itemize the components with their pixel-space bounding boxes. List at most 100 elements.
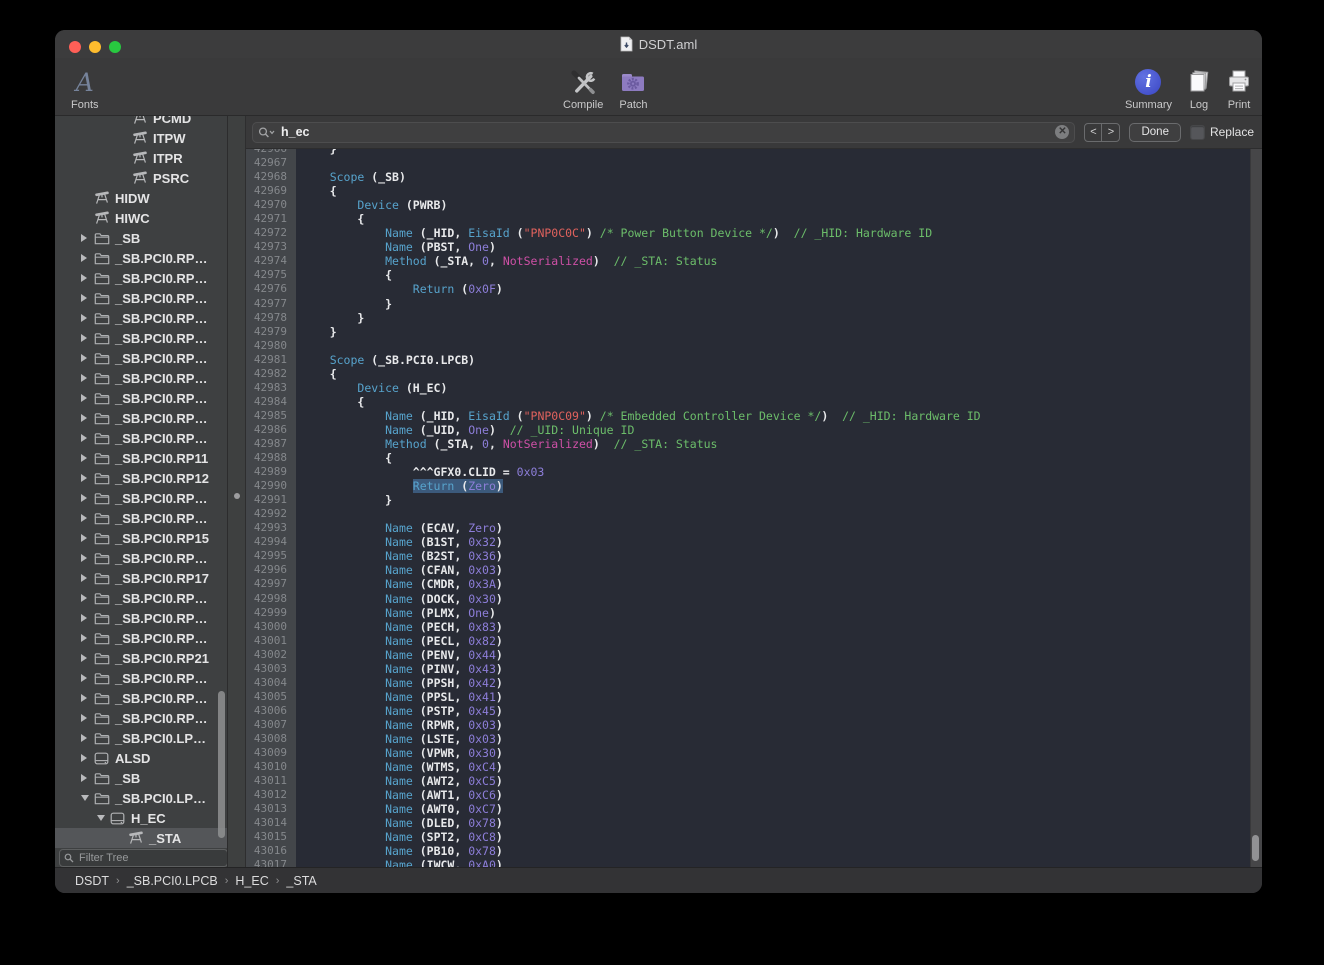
sidebar-scrollbar-thumb[interactable]: [218, 691, 225, 838]
sidebar-item--sb-pci0-rp-[interactable]: _SB.PCI0.RP…: [55, 348, 227, 368]
fonts-button[interactable]: A Fonts: [71, 63, 99, 111]
log-button[interactable]: Log: [1186, 63, 1212, 111]
filter-tree-input[interactable]: [77, 851, 223, 865]
sidebar-item-psrc[interactable]: PSRC: [55, 168, 227, 188]
disclosure-collapsed-icon[interactable]: [81, 614, 93, 622]
code-line: Name (PBST, One): [302, 240, 1250, 254]
document-proxy-icon[interactable]: [620, 36, 633, 52]
sidebar-item--sb-pci0-rp15[interactable]: _SB.PCI0.RP15: [55, 528, 227, 548]
disclosure-collapsed-icon[interactable]: [81, 434, 93, 442]
sidebar-item--sb-pci0-rp-[interactable]: _SB.PCI0.RP…: [55, 628, 227, 648]
sidebar-item-pcmd[interactable]: PCMD: [55, 116, 227, 128]
sidebar-item--sb-pci0-rp-[interactable]: _SB.PCI0.RP…: [55, 328, 227, 348]
sidebar-item--sb-pci0-rp-[interactable]: _SB.PCI0.RP…: [55, 248, 227, 268]
disclosure-collapsed-icon[interactable]: [81, 574, 93, 582]
divider-handle-dot[interactable]: [234, 493, 240, 499]
disclosure-collapsed-icon[interactable]: [81, 554, 93, 562]
clear-search-icon[interactable]: ✕: [1055, 125, 1069, 139]
tree-item-label: _SB: [115, 771, 140, 786]
disclosure-collapsed-icon[interactable]: [81, 514, 93, 522]
sidebar-item--sb-pci0-lp-[interactable]: _SB.PCI0.LP…: [55, 788, 227, 808]
disclosure-collapsed-icon[interactable]: [81, 274, 93, 282]
sidebar-item--sb-pci0-rp-[interactable]: _SB.PCI0.RP…: [55, 388, 227, 408]
summary-button[interactable]: i Summary: [1125, 63, 1172, 111]
replace-checkbox[interactable]: [1190, 125, 1205, 140]
editor-scrollbar-track[interactable]: [1250, 149, 1262, 867]
disclosure-collapsed-icon[interactable]: [81, 454, 93, 462]
sidebar-item--sb-pci0-lp-[interactable]: _SB.PCI0.LP…: [55, 728, 227, 748]
sidebar-item--sb-pci0-rp-[interactable]: _SB.PCI0.RP…: [55, 408, 227, 428]
disclosure-collapsed-icon[interactable]: [81, 354, 93, 362]
sidebar-item-alsd[interactable]: ALSD: [55, 748, 227, 768]
patch-button[interactable]: Patch: [619, 63, 647, 111]
disclosure-collapsed-icon[interactable]: [81, 754, 93, 762]
tree-item-label: _SB.PCI0.RP…: [115, 271, 207, 286]
disclosure-collapsed-icon[interactable]: [81, 394, 93, 402]
disclosure-collapsed-icon[interactable]: [81, 494, 93, 502]
find-previous-button[interactable]: <: [1085, 124, 1102, 141]
disclosure-expanded-icon[interactable]: [97, 815, 109, 821]
code-line: Device (H_EC): [302, 381, 1250, 395]
filter-field[interactable]: [59, 849, 228, 867]
search-icon[interactable]: [258, 127, 275, 138]
print-button[interactable]: Print: [1226, 63, 1252, 111]
sidebar-item--sb-pci0-rp-[interactable]: _SB.PCI0.RP…: [55, 428, 227, 448]
sidebar-item--sb-pci0-rp-[interactable]: _SB.PCI0.RP…: [55, 688, 227, 708]
disclosure-collapsed-icon[interactable]: [81, 314, 93, 322]
disclosure-collapsed-icon[interactable]: [81, 594, 93, 602]
code-editor[interactable]: } Scope (_SB) { Device (PWRB) { Name (_H…: [296, 149, 1250, 867]
done-button[interactable]: Done: [1129, 123, 1181, 142]
sidebar-item--sb-pci0-rp12[interactable]: _SB.PCI0.RP12: [55, 468, 227, 488]
sidebar-item-itpr[interactable]: ITPR: [55, 148, 227, 168]
sidebar-item--sb-pci0-rp-[interactable]: _SB.PCI0.RP…: [55, 588, 227, 608]
sidebar-item--sb-pci0-rp11[interactable]: _SB.PCI0.RP11: [55, 448, 227, 468]
sidebar-item--sb-pci0-rp17[interactable]: _SB.PCI0.RP17: [55, 568, 227, 588]
sidebar-item-hidw[interactable]: HIDW: [55, 188, 227, 208]
disclosure-collapsed-icon[interactable]: [81, 654, 93, 662]
disclosure-collapsed-icon[interactable]: [81, 334, 93, 342]
editor-scrollbar-thumb[interactable]: [1252, 835, 1259, 861]
sidebar-item--sb-pci0-rp21[interactable]: _SB.PCI0.RP21: [55, 648, 227, 668]
sidebar-item--sb-pci0-rp-[interactable]: _SB.PCI0.RP…: [55, 548, 227, 568]
sidebar-item--sb-pci0-rp-[interactable]: _SB.PCI0.RP…: [55, 508, 227, 528]
disclosure-collapsed-icon[interactable]: [81, 674, 93, 682]
disclosure-collapsed-icon[interactable]: [81, 294, 93, 302]
compile-button[interactable]: Compile: [563, 63, 603, 111]
disclosure-collapsed-icon[interactable]: [81, 634, 93, 642]
disclosure-collapsed-icon[interactable]: [81, 774, 93, 782]
disclosure-collapsed-icon[interactable]: [81, 374, 93, 382]
sidebar-item--sta[interactable]: _STA: [55, 828, 227, 848]
sidebar-item--sb-pci0-rp-[interactable]: _SB.PCI0.RP…: [55, 288, 227, 308]
sidebar-item--sb-pci0-rp-[interactable]: _SB.PCI0.RP…: [55, 708, 227, 728]
disclosure-collapsed-icon[interactable]: [81, 534, 93, 542]
sidebar-item--sb-pci0-rp-[interactable]: _SB.PCI0.RP…: [55, 668, 227, 688]
sidebar-item--sb-pci0-rp-[interactable]: _SB.PCI0.RP…: [55, 268, 227, 288]
sidebar-item--sb[interactable]: _SB: [55, 228, 227, 248]
disclosure-collapsed-icon[interactable]: [81, 694, 93, 702]
search-field[interactable]: ✕: [252, 122, 1075, 143]
tree-item-label: _SB.PCI0.RP11: [115, 451, 208, 466]
disclosure-collapsed-icon[interactable]: [81, 414, 93, 422]
split-divider[interactable]: [227, 116, 246, 867]
sidebar-item--sb-pci0-rp-[interactable]: _SB.PCI0.RP…: [55, 488, 227, 508]
sidebar-item--sb[interactable]: _SB: [55, 768, 227, 788]
line-number: 42997: [246, 577, 296, 591]
disclosure-collapsed-icon[interactable]: [81, 254, 93, 262]
sidebar-item-itpw[interactable]: ITPW: [55, 128, 227, 148]
sidebar-item--sb-pci0-rp-[interactable]: _SB.PCI0.RP…: [55, 308, 227, 328]
disclosure-collapsed-icon[interactable]: [81, 714, 93, 722]
tree-item-label: PSRC: [153, 171, 189, 186]
disclosure-expanded-icon[interactable]: [81, 795, 93, 801]
folder-icon: [93, 332, 110, 345]
sidebar-item--sb-pci0-rp-[interactable]: _SB.PCI0.RP…: [55, 608, 227, 628]
disclosure-collapsed-icon[interactable]: [81, 234, 93, 242]
sidebar-item--sb-pci0-rp-[interactable]: _SB.PCI0.RP…: [55, 368, 227, 388]
sidebar-item-hiwc[interactable]: HIWC: [55, 208, 227, 228]
disclosure-collapsed-icon[interactable]: [81, 474, 93, 482]
code-line: Name (B2ST, 0x36): [302, 549, 1250, 563]
search-input[interactable]: [279, 124, 1051, 140]
disclosure-collapsed-icon[interactable]: [81, 734, 93, 742]
sidebar-item-h-ec[interactable]: H_EC: [55, 808, 227, 828]
find-next-button[interactable]: >: [1102, 124, 1119, 141]
titlebar[interactable]: DSDT.aml: [55, 30, 1262, 58]
